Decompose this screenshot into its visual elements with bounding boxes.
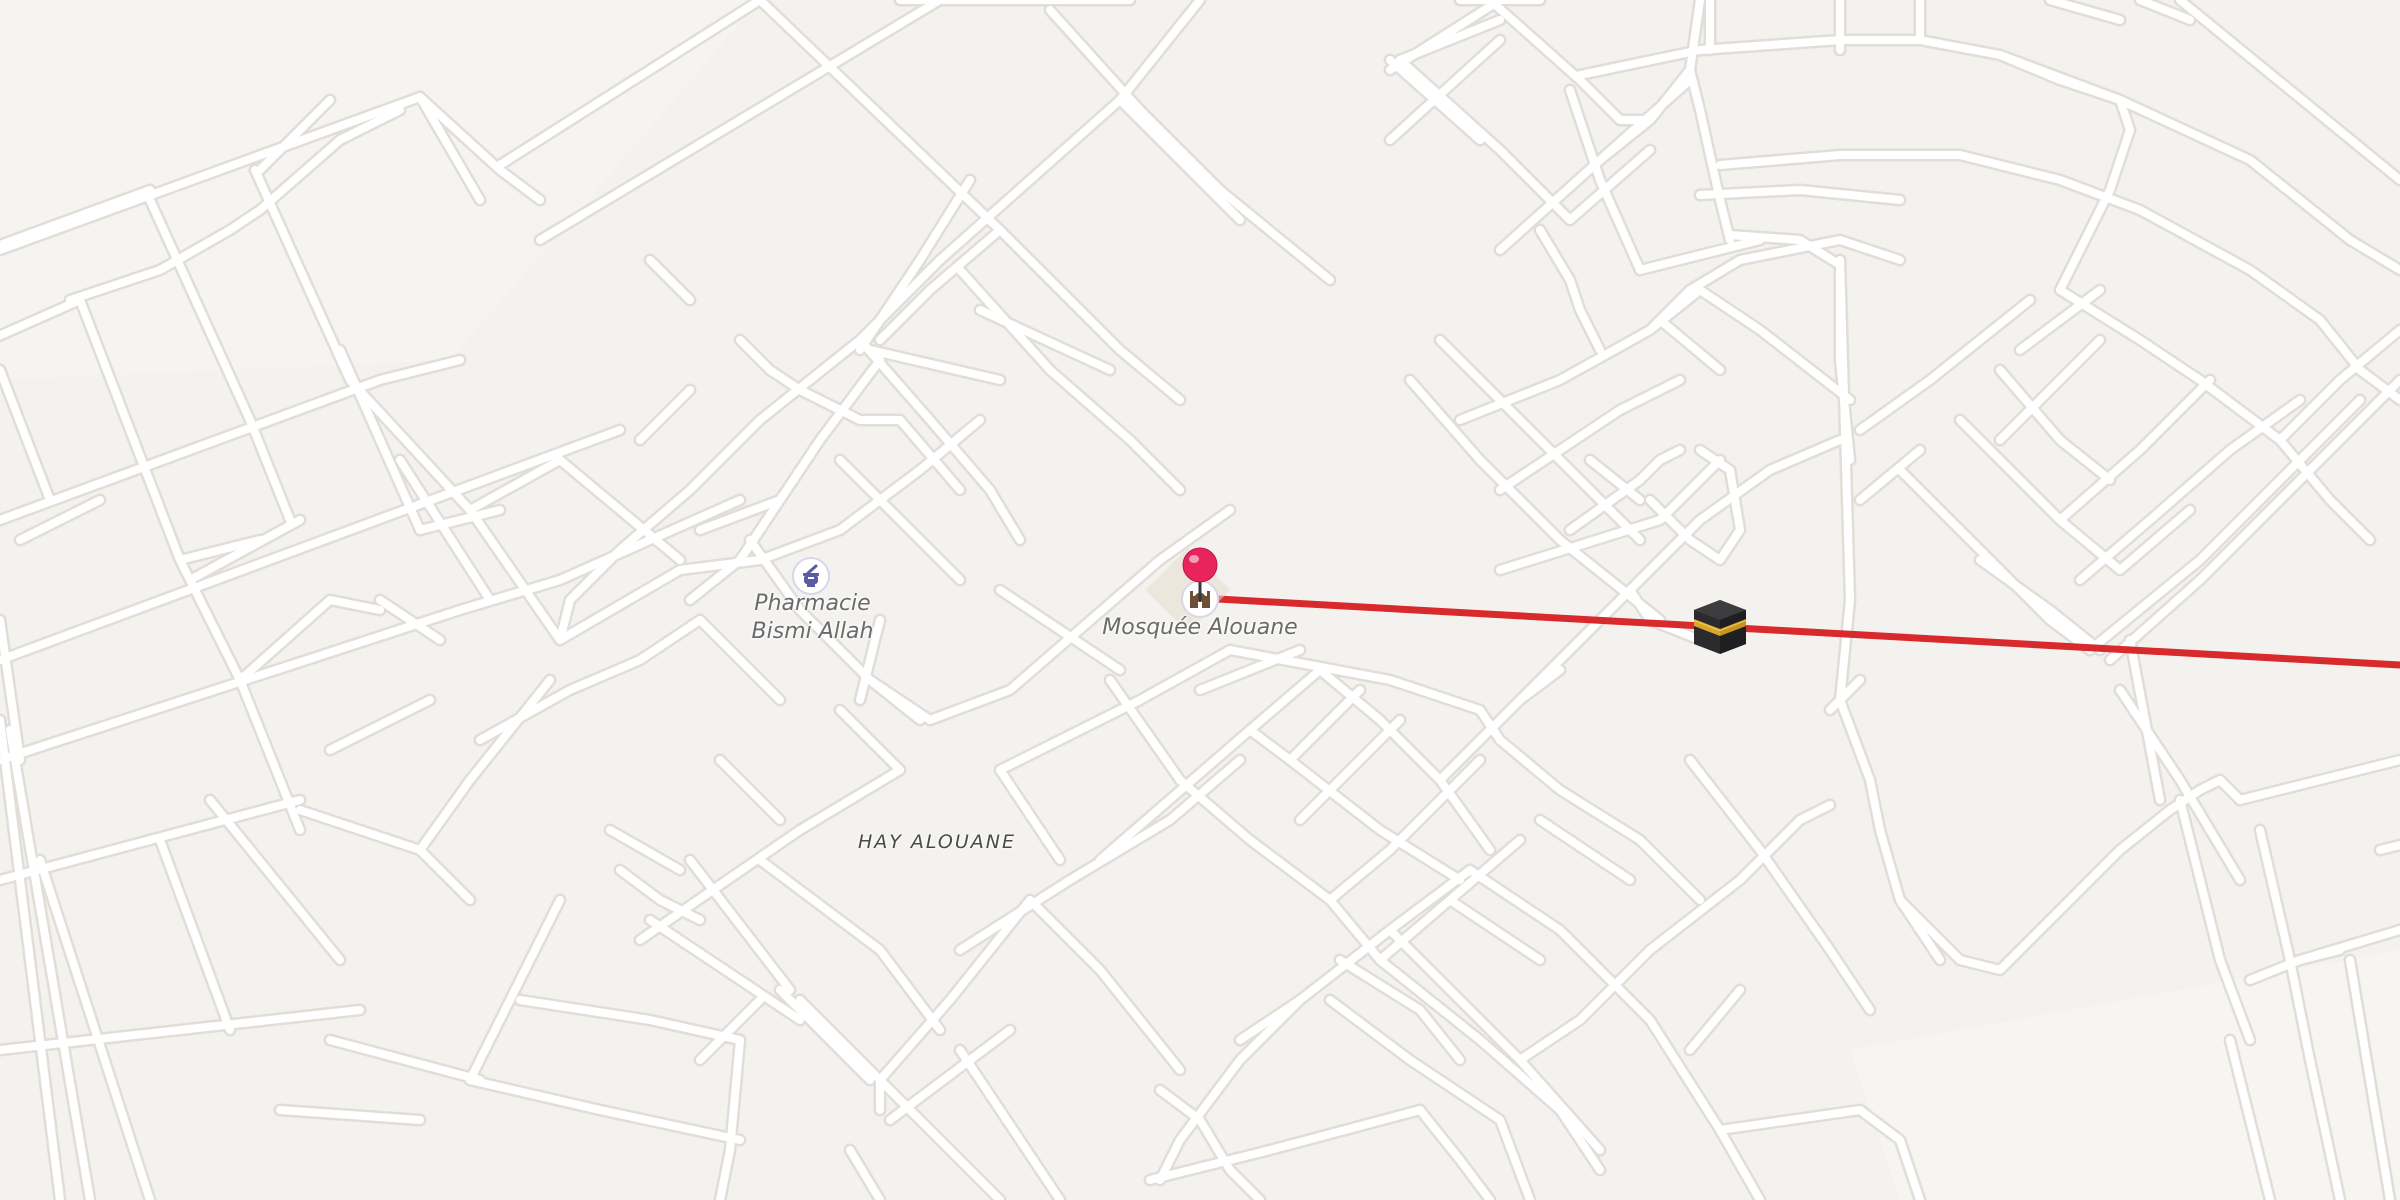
- road: [636, 616, 704, 664]
- poi-label-pharmacy-line1: Pharmacie: [754, 591, 871, 616]
- poi-label-pharmacy[interactable]: Pharmacie Bismi Allah: [740, 590, 885, 646]
- road: [1686, 756, 1874, 1014]
- road: [1416, 1106, 1494, 1200]
- road: [716, 756, 784, 824]
- road-casing: [1513, 433, 1847, 707]
- road: [0, 366, 54, 504]
- road: [1686, 986, 1744, 1054]
- road: [1686, 66, 1734, 244]
- road: [2086, 396, 2364, 654]
- road: [1696, 286, 1854, 404]
- road: [796, 996, 1004, 1200]
- road: [636, 766, 904, 944]
- road: [846, 1146, 884, 1200]
- road: [686, 856, 794, 994]
- road: [1436, 666, 1564, 784]
- road: [1656, 316, 1724, 374]
- road: [326, 696, 434, 754]
- road: [206, 796, 344, 964]
- road: [516, 996, 744, 1044]
- road: [1896, 776, 2244, 974]
- kaaba-icon[interactable]: [1692, 598, 1748, 656]
- road: [466, 1076, 744, 1144]
- map-pin-icon[interactable]: [1181, 546, 1219, 602]
- road: [646, 256, 694, 304]
- road-casing: [1043, 3, 1337, 287]
- road-casing: [1833, 593, 1947, 967]
- road: [326, 1036, 484, 1084]
- road: [1536, 226, 1604, 354]
- road: [376, 356, 464, 384]
- road: [1836, 256, 1854, 604]
- road: [466, 676, 554, 784]
- map-canvas[interactable]: HAY ALOUANE Pharmacie Bismi Allah Mosqué…: [0, 0, 2400, 1200]
- road: [156, 836, 234, 1034]
- road: [636, 386, 694, 444]
- road: [466, 896, 564, 1084]
- poi-label-mosque[interactable]: Mosquée Alouane: [1100, 614, 1300, 642]
- district-label: HAY ALOUANE: [858, 831, 1017, 853]
- road: [2236, 756, 2400, 804]
- poi-label-pharmacy-line2: Bismi Allah: [751, 619, 874, 644]
- road: [1856, 296, 2034, 434]
- road: [276, 1106, 424, 1124]
- road: [1476, 706, 1704, 904]
- road: [2376, 841, 2400, 854]
- road: [776, 986, 874, 1084]
- road: [2046, 0, 2124, 24]
- road: [476, 656, 644, 744]
- road: [2176, 0, 2400, 184]
- road: [1836, 596, 1944, 964]
- road: [0, 376, 384, 524]
- road: [836, 706, 904, 774]
- road: [1116, 96, 1244, 224]
- road: [1286, 686, 1364, 764]
- road: [616, 866, 704, 924]
- road-casing: [1893, 773, 2247, 977]
- road: [416, 776, 474, 854]
